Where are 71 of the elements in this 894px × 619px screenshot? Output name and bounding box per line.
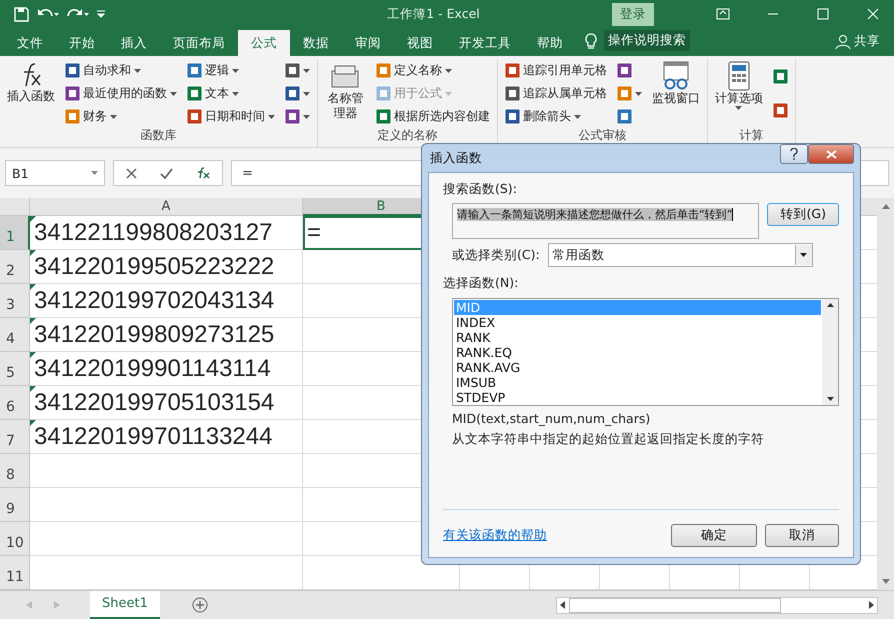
- ok-button[interactable]: 确定: [671, 524, 757, 547]
- ribbon-button[interactable]: 日期和时间: [184, 105, 278, 128]
- ribbon-tab[interactable]: 帮助: [524, 30, 576, 56]
- search-field[interactable]: 请输入一条简短说明来描述您想做什么，然后单击“转到”: [452, 203, 760, 239]
- row-header[interactable]: 1: [0, 216, 30, 250]
- ribbon-button[interactable]: 财务: [62, 105, 180, 128]
- sheet-tab[interactable]: Sheet1: [90, 591, 160, 619]
- ribbon-tab[interactable]: 页面布局: [160, 30, 238, 56]
- ribbon-tab[interactable]: 开发工具: [446, 30, 524, 56]
- table-cell[interactable]: 341221199808203127: [30, 216, 303, 250]
- list-item[interactable]: RANK: [454, 330, 821, 345]
- table-cell[interactable]: 341220199809273125: [30, 318, 303, 352]
- ribbon-tab[interactable]: 数据: [290, 30, 342, 56]
- function-signature: MID(text,start_num,num_chars): [452, 411, 652, 426]
- table-cell[interactable]: 341220199901143114: [30, 352, 303, 386]
- name-box[interactable]: B1: [5, 160, 105, 186]
- table-cell[interactable]: 341220199705103154: [30, 386, 303, 420]
- field-label: 选择函数(N):: [443, 275, 520, 292]
- share-button[interactable]: 共享: [854, 33, 880, 50]
- group-label: 定义的名称: [376, 128, 438, 144]
- column-header[interactable]: A: [30, 198, 303, 216]
- category-dropdown[interactable]: 常用函数: [548, 243, 813, 267]
- row-header[interactable]: 2: [0, 250, 30, 284]
- ribbon-button[interactable]: 名称管理器: [322, 59, 369, 123]
- ribbon-button[interactable]: 文本: [184, 82, 278, 105]
- window-title: 工作簿1 - Excel: [386, 6, 481, 22]
- ribbon-button[interactable]: 插入函数: [4, 59, 58, 106]
- row-header[interactable]: 3: [0, 284, 30, 318]
- list-item[interactable]: RANK.EQ: [454, 345, 821, 360]
- ribbon-tab[interactable]: 开始: [56, 30, 108, 56]
- help-link[interactable]: 有关该函数的帮助: [443, 527, 547, 544]
- dialog-title: 插入函数: [429, 150, 483, 166]
- ribbon-button[interactable]: 自动求和: [62, 59, 180, 82]
- row-header[interactable]: 9: [0, 488, 30, 522]
- login-button[interactable]: 登录: [612, 2, 654, 26]
- row-header[interactable]: 7: [0, 420, 30, 454]
- group-label: 公式审核: [577, 128, 628, 144]
- field-label: 搜索函数(S):: [443, 181, 518, 198]
- ribbon-button[interactable]: 定义名称: [372, 59, 493, 82]
- ribbon-button[interactable]: 追踪引用单元格: [502, 59, 610, 82]
- list-item[interactable]: INDEX: [454, 315, 821, 330]
- group-label: 计算: [738, 128, 764, 144]
- ribbon-button[interactable]: 逻辑: [184, 59, 278, 82]
- ribbon-button[interactable]: 最近使用的函数: [62, 82, 180, 105]
- ribbon-button[interactable]: 删除箭头: [502, 105, 610, 128]
- table-cell[interactable]: 341220199702043134: [30, 284, 303, 318]
- tell-me-search[interactable]: 操作说明搜索: [604, 30, 690, 51]
- ribbon-button[interactable]: 计算选项: [712, 59, 766, 112]
- function-description: 从文本字符串中指定的起始位置起返回指定长度的字符: [452, 431, 765, 448]
- ribbon-tab[interactable]: 视图: [394, 30, 446, 56]
- ribbon-tab[interactable]: 文件: [4, 30, 56, 56]
- row-header[interactable]: 8: [0, 454, 30, 488]
- row-header[interactable]: 6: [0, 386, 30, 420]
- ribbon-tab[interactable]: 公式: [238, 30, 290, 56]
- list-item[interactable]: STDEVP: [454, 390, 821, 405]
- row-header[interactable]: 5: [0, 352, 30, 386]
- list-item[interactable]: IMSUB: [454, 375, 821, 390]
- group-label: 函数库: [140, 128, 178, 144]
- cancel-button[interactable]: 取消: [765, 524, 839, 547]
- ribbon-tab[interactable]: 审阅: [342, 30, 394, 56]
- ribbon-button[interactable]: 监视窗口: [648, 59, 703, 108]
- table-cell[interactable]: 341220199701133244: [30, 420, 303, 454]
- go-button[interactable]: 转到(G): [767, 203, 839, 226]
- ribbon-button[interactable]: 根据所选内容创建: [372, 105, 493, 128]
- list-item[interactable]: RANK.AVG: [454, 360, 821, 375]
- ribbon-button[interactable]: 追踪从属单元格: [502, 82, 610, 105]
- row-header[interactable]: 11: [0, 556, 30, 590]
- row-header[interactable]: 10: [0, 522, 30, 556]
- ribbon-tab[interactable]: 插入: [108, 30, 160, 56]
- row-header[interactable]: 4: [0, 318, 30, 352]
- table-cell[interactable]: 341220199505223222: [30, 250, 303, 284]
